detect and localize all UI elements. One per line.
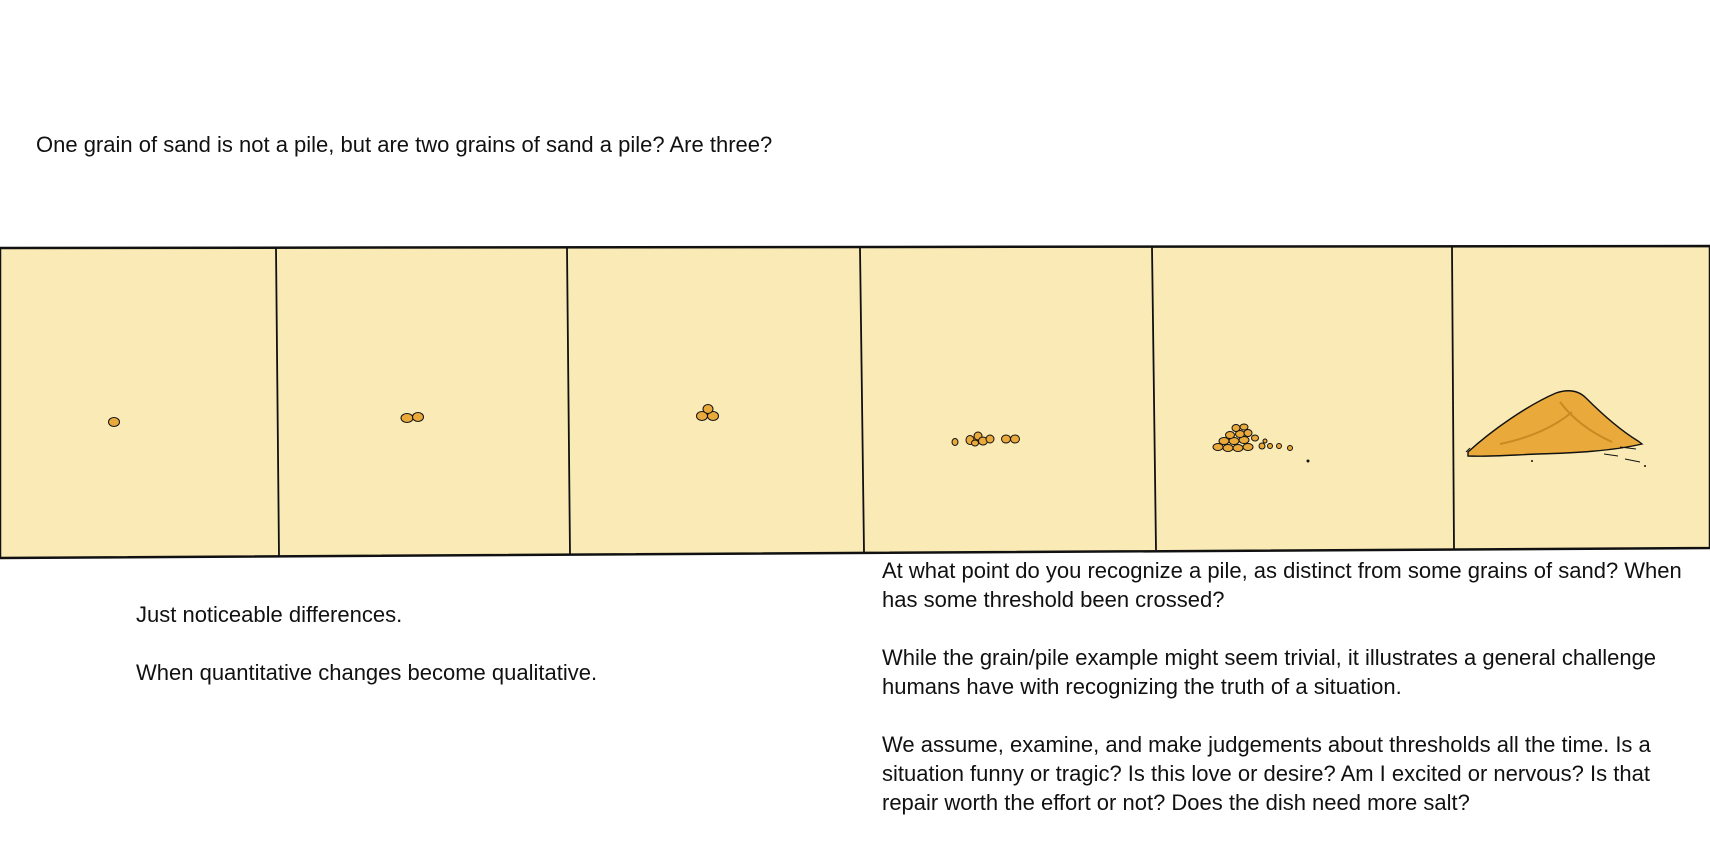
right-note-2: While the grain/pile example might seem … xyxy=(882,645,1657,699)
left-note-1: Just noticeable differences. xyxy=(136,602,403,627)
left-note-2: When quantitative changes become qualita… xyxy=(136,660,598,685)
panel-1-one-grain-icon xyxy=(108,417,120,427)
left-notes: Just noticeable differences. When quanti… xyxy=(136,600,756,716)
right-notes: At what point do you recognize a pile, a… xyxy=(882,556,1682,846)
right-note-3: We assume, examine, and make judgements … xyxy=(882,732,1651,815)
right-note-1: At what point do you recognize a pile, a… xyxy=(882,558,1682,612)
